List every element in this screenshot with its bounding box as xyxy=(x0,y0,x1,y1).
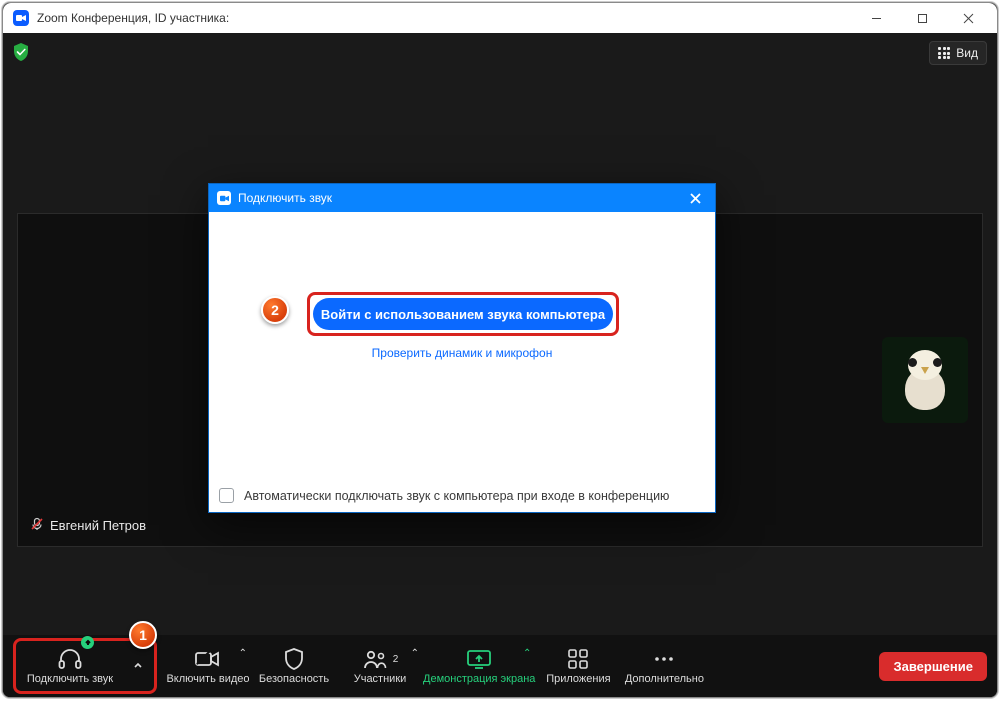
annotation-badge-1: 1 xyxy=(129,621,157,649)
more-icon xyxy=(652,647,676,671)
chevron-up-icon[interactable]: ⌃ xyxy=(239,648,247,659)
apps-button[interactable]: Приложения xyxy=(535,638,621,694)
auto-join-audio-checkbox[interactable] xyxy=(219,488,234,503)
arrow-up-badge-icon xyxy=(81,636,94,649)
owl-avatar-image xyxy=(902,350,948,410)
security-button[interactable]: Безопасность xyxy=(251,638,337,694)
security-label: Безопасность xyxy=(259,673,329,685)
participant-name-text: Евгений Петров xyxy=(50,518,146,533)
apps-icon xyxy=(567,647,589,671)
auto-join-audio-label: Автоматически подключать звук с компьюте… xyxy=(244,489,669,503)
join-audio-label: Подключить звук xyxy=(27,673,113,685)
dialog-close-button[interactable] xyxy=(683,186,707,210)
headphones-icon xyxy=(57,647,83,671)
start-video-label: Включить видео xyxy=(166,673,249,685)
annotation-badge-2: 2 xyxy=(261,296,289,324)
titlebar: Zoom Конференция, ID участника: xyxy=(3,3,997,33)
dialog-titlebar: Подключить звук xyxy=(209,184,715,212)
share-screen-button[interactable]: ⌃ Демонстрация экрана xyxy=(423,638,535,694)
chevron-up-icon[interactable]: ⌃ xyxy=(411,648,419,659)
zoom-logo-icon xyxy=(217,191,231,205)
share-screen-label: Демонстрация экрана xyxy=(423,673,535,685)
encryption-shield-icon[interactable] xyxy=(11,41,31,63)
chevron-up-icon[interactable]: ⌃ xyxy=(523,648,531,659)
remote-avatar xyxy=(882,337,968,423)
join-audio-button[interactable]: Подключить звук xyxy=(16,638,124,694)
dialog-body: Войти с использованием звука компьютера … xyxy=(209,212,715,512)
app-window: Zoom Конференция, ID участника: Вид Евге… xyxy=(2,2,998,698)
participants-button[interactable]: 2 ⌃ Участники xyxy=(337,638,423,694)
start-video-button[interactable]: ⌃ Включить видео xyxy=(165,638,251,694)
self-tile-label: Евгений Петров xyxy=(30,517,146,534)
grid-icon xyxy=(938,47,950,59)
window-title: Zoom Конференция, ID участника: xyxy=(37,11,229,25)
mic-muted-icon xyxy=(30,517,44,534)
apps-label: Приложения xyxy=(546,673,610,685)
join-audio-dialog: Подключить звук Войти с использованием з… xyxy=(208,183,716,513)
meeting-window: Вид Евгений Петров Подключить звук xyxy=(3,33,997,697)
zoom-logo-icon xyxy=(13,10,29,26)
participants-count: 2 xyxy=(393,654,399,665)
share-screen-icon xyxy=(465,647,493,671)
auto-join-audio-row[interactable]: Автоматически подключать звук с компьюте… xyxy=(219,488,705,503)
end-meeting-button[interactable]: Завершение xyxy=(879,652,987,681)
view-label: Вид xyxy=(956,46,978,60)
shield-icon xyxy=(283,647,305,671)
video-icon xyxy=(194,647,222,671)
join-computer-audio-button[interactable]: Войти с использованием звука компьютера xyxy=(313,298,613,330)
view-button[interactable]: Вид xyxy=(929,41,987,65)
more-label: Дополнительно xyxy=(625,673,704,685)
participants-icon: 2 xyxy=(362,647,399,671)
audio-options-chevron[interactable] xyxy=(126,646,150,686)
close-button[interactable] xyxy=(945,3,991,33)
test-speaker-mic-link[interactable]: Проверить динамик и микрофон xyxy=(209,346,715,360)
more-button[interactable]: Дополнительно xyxy=(621,638,707,694)
participants-label: Участники xyxy=(354,673,407,685)
annotation-highlight-2: Войти с использованием звука компьютера xyxy=(307,292,619,336)
dialog-title-text: Подключить звук xyxy=(238,191,332,205)
minimize-button[interactable] xyxy=(853,3,899,33)
maximize-button[interactable] xyxy=(899,3,945,33)
